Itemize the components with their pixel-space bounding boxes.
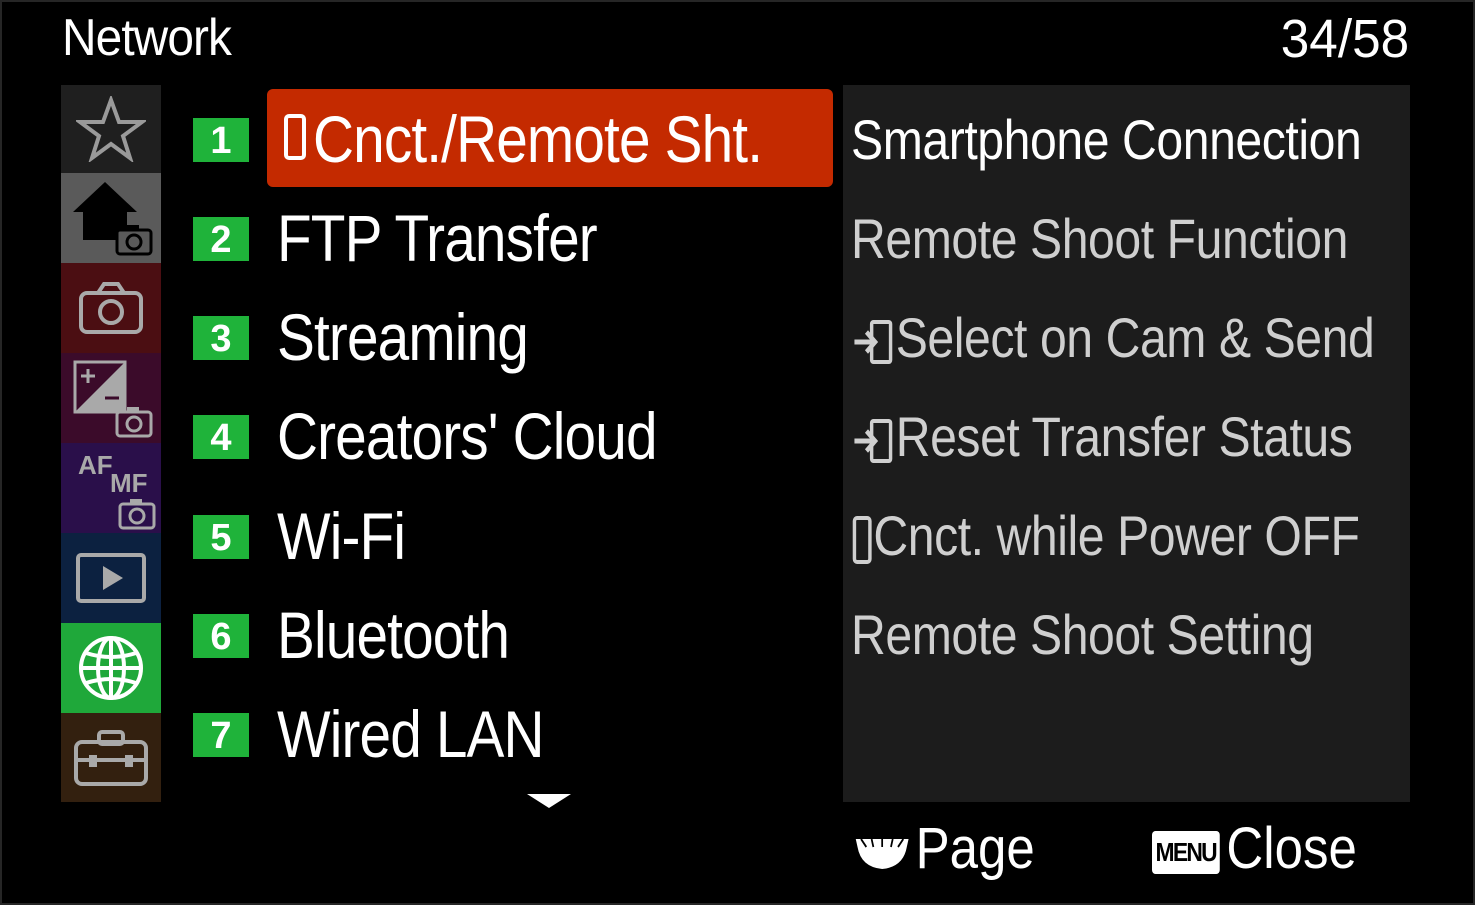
smartphone-icon — [852, 516, 872, 565]
page-counter: 34/58 — [1280, 9, 1409, 69]
submenu-panel: Smartphone Connection Remote Shoot Funct… — [843, 85, 1410, 802]
af-mf-camera-icon: AF MF — [78, 450, 156, 530]
menu-item-label: Cnct./Remote Sht. — [313, 102, 763, 176]
item-number-badge: 4 — [193, 415, 249, 459]
menu-button-icon: MENU — [1152, 831, 1220, 875]
item-number-badge: 6 — [193, 614, 249, 658]
submenu-item-remote-shoot-setting[interactable]: Remote Shoot Setting — [851, 602, 1314, 667]
menu-item-wifi[interactable]: 5 Wi-Fi — [193, 486, 833, 584]
menu-item-label: Streaming — [277, 300, 529, 374]
transfer-icon — [854, 320, 893, 365]
tab-main-shooting[interactable] — [61, 173, 161, 263]
submenu-item-remote-shoot-function[interactable]: Remote Shoot Function — [851, 206, 1348, 271]
selected-highlight: Cnct./Remote Sht. — [267, 89, 833, 187]
label-box: Streaming — [267, 287, 833, 385]
globe-icon — [79, 636, 143, 700]
page-title: Network — [62, 9, 232, 67]
mf-label: MF — [110, 468, 148, 498]
smartphone-icon — [284, 114, 306, 160]
item-number-badge: 3 — [193, 316, 249, 360]
submenu-item-reset-transfer-status[interactable]: Reset Transfer Status — [851, 404, 1353, 469]
tab-playback[interactable] — [61, 533, 161, 623]
page-hint: Page — [854, 815, 1035, 882]
item-number-badge: 5 — [193, 515, 249, 559]
star-icon — [76, 96, 146, 162]
label-box: FTP Transfer — [267, 188, 833, 286]
submenu-item-select-on-cam-send[interactable]: Select on Cam & Send — [851, 305, 1375, 370]
menu-item-label: FTP Transfer — [277, 201, 598, 275]
control-wheel-icon — [855, 838, 909, 869]
item-number-badge: 2 — [193, 217, 249, 261]
close-hint[interactable]: MENU Close — [1152, 815, 1357, 882]
tab-setup[interactable] — [61, 713, 161, 802]
exposure-camera-icon — [73, 360, 153, 438]
home-camera-icon — [73, 182, 153, 256]
submenu-label: Smartphone Connection — [851, 108, 1362, 171]
menu-item-label: Wi-Fi — [277, 499, 406, 573]
camera-icon — [79, 282, 143, 334]
tab-network[interactable] — [61, 623, 161, 713]
tab-focus[interactable]: AF MF — [61, 443, 161, 533]
scroll-down-arrow-icon[interactable] — [527, 794, 571, 808]
menu-item-cnct-remote[interactable]: 1 Cnct./Remote Sht. — [193, 89, 833, 187]
label-box: Creators' Cloud — [267, 386, 833, 484]
submenu-label: Cnct. while Power OFF — [873, 504, 1360, 567]
transfer-icon — [854, 419, 893, 464]
tab-shooting[interactable] — [61, 263, 161, 353]
menu-item-label: Wired LAN — [277, 697, 545, 771]
close-hint-label: Close — [1226, 816, 1357, 881]
menu-item-creators-cloud[interactable]: 4 Creators' Cloud — [193, 386, 833, 484]
submenu-label: Remote Shoot Setting — [851, 603, 1314, 666]
label-box: Bluetooth — [267, 585, 833, 683]
submenu-label: Reset Transfer Status — [895, 405, 1353, 468]
tab-my-menu[interactable] — [61, 85, 161, 173]
menu-item-label: Creators' Cloud — [277, 399, 658, 473]
af-label: AF — [78, 450, 113, 480]
menu-item-streaming[interactable]: 3 Streaming — [193, 287, 833, 385]
toolbox-icon — [74, 729, 148, 786]
item-number-badge: 1 — [193, 118, 249, 162]
tab-exposure-color[interactable] — [61, 353, 161, 443]
play-icon — [76, 553, 146, 603]
submenu-label: Remote Shoot Function — [851, 207, 1348, 270]
menu-item-ftp-transfer[interactable]: 2 FTP Transfer — [193, 188, 833, 286]
label-box: Wi-Fi — [267, 486, 833, 584]
category-sidebar: AF MF — [61, 85, 161, 802]
submenu-item-cnct-while-power-off[interactable]: Cnct. while Power OFF — [851, 503, 1360, 568]
item-number-badge: 7 — [193, 713, 249, 757]
submenu-item-smartphone-connection[interactable]: Smartphone Connection — [851, 107, 1362, 172]
submenu-label: Select on Cam & Send — [895, 306, 1375, 369]
label-box: Wired LAN — [267, 684, 833, 782]
menu-item-bluetooth[interactable]: 6 Bluetooth — [193, 585, 833, 683]
menu-item-label: Bluetooth — [277, 598, 510, 672]
page-hint-label: Page — [915, 816, 1035, 881]
menu-item-wired-lan[interactable]: 7 Wired LAN — [193, 684, 833, 782]
